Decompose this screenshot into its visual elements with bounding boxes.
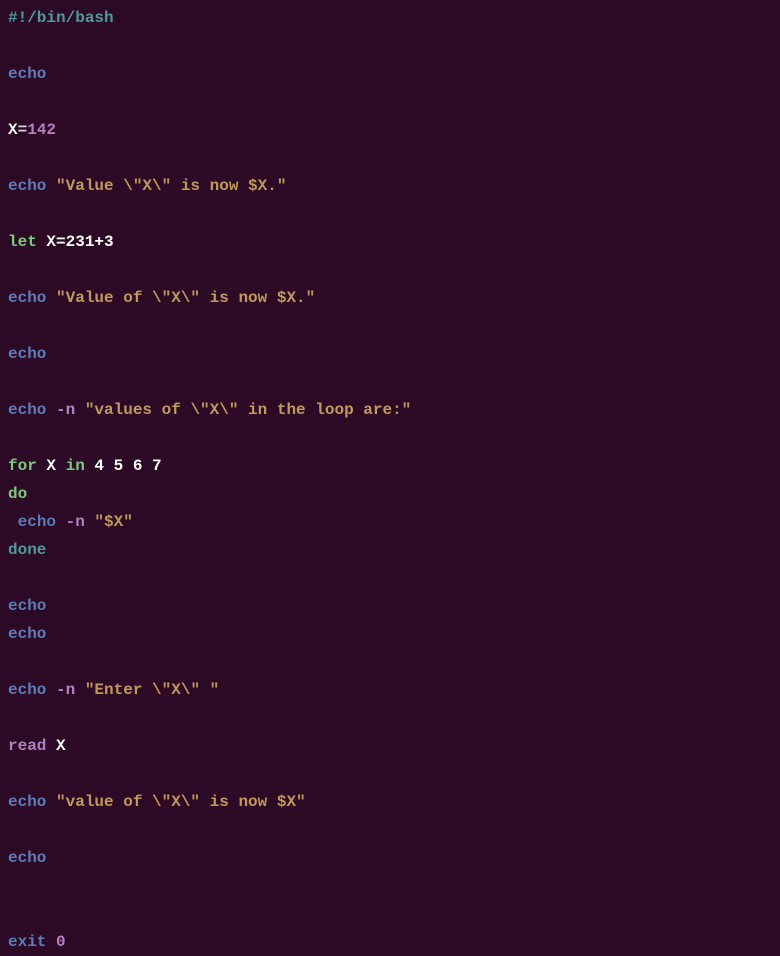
code-line: let X=231+3	[8, 228, 772, 256]
code-line: echo -n "Enter \"X\" "	[8, 676, 772, 704]
echo-builtin: echo	[18, 513, 56, 531]
flag-option: -n	[46, 681, 75, 699]
do-keyword: do	[8, 485, 27, 503]
code-line: done	[8, 536, 772, 564]
loop-values: 4 5 6 7	[85, 457, 162, 475]
code-line-blank	[8, 872, 772, 900]
code-line: read X	[8, 732, 772, 760]
echo-builtin: echo	[8, 849, 46, 867]
flag-option: -n	[46, 401, 75, 419]
code-line: echo	[8, 592, 772, 620]
code-line-blank	[8, 900, 772, 928]
code-line-blank	[8, 368, 772, 396]
shebang-path: /bin/bash	[27, 9, 113, 27]
code-line: echo -n "values of \"X\" in the loop are…	[8, 396, 772, 424]
number-literal: 142	[27, 121, 56, 139]
echo-builtin: echo	[8, 681, 46, 699]
loop-variable: X	[37, 457, 66, 475]
indent	[8, 513, 18, 531]
code-line: echo	[8, 340, 772, 368]
string-literal: "Value of \"X\" is now $X."	[46, 289, 315, 307]
let-builtin: let	[8, 233, 37, 251]
let-expression: X=231+3	[37, 233, 114, 251]
echo-builtin: echo	[8, 65, 46, 83]
string-literal: "Enter \"X\" "	[75, 681, 219, 699]
code-line-blank	[8, 704, 772, 732]
code-line-blank	[8, 648, 772, 676]
string-literal: "Value \"X\" is now $X."	[46, 177, 286, 195]
code-line-blank	[8, 424, 772, 452]
read-variable: X	[46, 737, 65, 755]
echo-builtin: echo	[8, 401, 46, 419]
code-line: X=142	[8, 116, 772, 144]
echo-builtin: echo	[8, 289, 46, 307]
echo-builtin: echo	[8, 625, 46, 643]
in-keyword: in	[66, 457, 85, 475]
read-builtin: read	[8, 737, 46, 755]
shebang-comment: #!	[8, 9, 27, 27]
code-line: for X in 4 5 6 7	[8, 452, 772, 480]
string-literal: "$X"	[85, 513, 133, 531]
code-line-blank	[8, 816, 772, 844]
code-line-blank	[8, 32, 772, 60]
echo-builtin: echo	[8, 345, 46, 363]
exit-code: 0	[46, 933, 65, 951]
for-keyword: for	[8, 457, 37, 475]
assign-operator: =	[18, 121, 28, 139]
code-line-blank	[8, 760, 772, 788]
flag-option: -n	[56, 513, 85, 531]
echo-builtin: echo	[8, 793, 46, 811]
code-line: echo "Value \"X\" is now $X."	[8, 172, 772, 200]
code-line-blank	[8, 88, 772, 116]
code-line: echo	[8, 60, 772, 88]
done-keyword: done	[8, 541, 46, 559]
string-literal: "values of \"X\" in the loop are:"	[75, 401, 411, 419]
code-line: echo	[8, 620, 772, 648]
string-literal: "value of \"X\" is now $X"	[46, 793, 305, 811]
code-line-blank	[8, 256, 772, 284]
code-line: echo "Value of \"X\" is now $X."	[8, 284, 772, 312]
code-line: echo	[8, 844, 772, 872]
code-line: echo -n "$X"	[8, 508, 772, 536]
echo-builtin: echo	[8, 177, 46, 195]
code-editor[interactable]: #!/bin/bash echo X=142 echo "Value \"X\"…	[8, 4, 772, 956]
variable-name: X	[8, 121, 18, 139]
code-line: do	[8, 480, 772, 508]
code-line-blank	[8, 144, 772, 172]
code-line: exit 0	[8, 928, 772, 956]
code-line-blank	[8, 564, 772, 592]
code-line: echo "value of \"X\" is now $X"	[8, 788, 772, 816]
code-line-blank	[8, 200, 772, 228]
code-line: #!/bin/bash	[8, 4, 772, 32]
echo-builtin: echo	[8, 597, 46, 615]
exit-builtin: exit	[8, 933, 46, 951]
code-line-blank	[8, 312, 772, 340]
